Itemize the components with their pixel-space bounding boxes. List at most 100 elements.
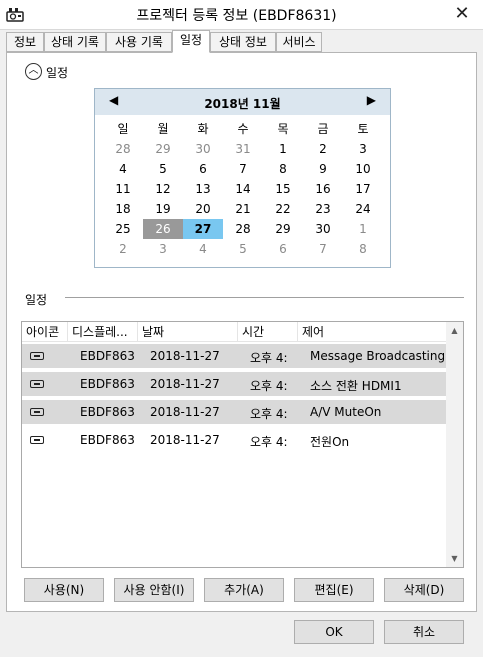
projector-icon [6, 8, 24, 22]
disable-button[interactable]: 사용 안함(I) [114, 578, 194, 602]
calendar-day[interactable]: 2 [303, 139, 343, 159]
row-time: 오후 4: [250, 351, 288, 365]
weekday-wed: 수 [237, 122, 249, 136]
tab-info[interactable]: 정보 [6, 32, 44, 52]
scroll-down-icon[interactable]: ▼ [446, 550, 463, 567]
table-row[interactable]: EBDF863 2018-11-27 오후 4: A/V MuteOn [22, 400, 446, 424]
title-bar: 프로젝터 등록 정보 (EBDF8631) ✕ [0, 0, 483, 30]
calendar-day[interactable]: 2 [103, 239, 143, 259]
calendar-day[interactable]: 21 [223, 199, 263, 219]
row-control: Message Broadcasting [310, 349, 444, 363]
calendar-day[interactable]: 19 [143, 199, 183, 219]
column-date[interactable]: 날짜 [138, 322, 238, 342]
weekday-sat: 토 [357, 122, 369, 136]
calendar-day[interactable]: 7 [303, 239, 343, 259]
calendar-day[interactable]: 30 [303, 219, 343, 239]
row-display: EBDF863 [80, 405, 135, 419]
calendar-day[interactable]: 13 [183, 179, 223, 199]
calendar-day[interactable]: 25 [103, 219, 143, 239]
calendar-day[interactable]: 22 [263, 199, 303, 219]
row-time: 오후 4: [250, 407, 288, 421]
calendar-day[interactable]: 14 [223, 179, 263, 199]
calendar-day[interactable]: 6 [183, 159, 223, 179]
calendar-day[interactable]: 8 [263, 159, 303, 179]
calendar-day[interactable]: 12 [143, 179, 183, 199]
calendar-day[interactable]: 8 [343, 239, 383, 259]
add-button[interactable]: 추가(A) [204, 578, 284, 602]
calendar-day[interactable]: 7 [223, 159, 263, 179]
row-time: 오후 4: [250, 379, 288, 393]
scroll-up-icon[interactable]: ▲ [446, 322, 463, 339]
schedule-list[interactable]: 아이콘 디스플레... 날짜 시간 제어 EBDF863 2018-11-27 … [21, 321, 464, 568]
schedule-section-label: 일정 [46, 66, 69, 80]
tab-status-info[interactable]: 상태 정보 [210, 32, 276, 52]
calendar-day[interactable]: 11 [103, 179, 143, 199]
table-row[interactable]: EBDF863 2018-11-27 오후 4: 소스 전환 HDMI1 [22, 372, 446, 396]
weekday-sun: 일 [117, 122, 129, 136]
cancel-button[interactable]: 취소 [384, 620, 464, 644]
device-icon [30, 408, 44, 416]
schedule-panel: ︿ 일정 ◀ 2018년 11월 ▶ 일 월 화 수 목 금 토 28 29 3… [6, 52, 477, 612]
table-row[interactable]: EBDF863 2018-11-27 오후 4: 전원On [22, 428, 446, 452]
row-display: EBDF863 [80, 349, 135, 363]
tab-usage-log[interactable]: 사용 기록 [106, 32, 172, 52]
calendar-day-selected[interactable]: 26 [143, 219, 183, 239]
list-scrollbar[interactable]: ▲ ▼ [446, 322, 463, 567]
enable-button[interactable]: 사용(N) [24, 578, 104, 602]
list-header: 아이콘 디스플레... 날짜 시간 제어 [22, 322, 463, 342]
calendar-day[interactable]: 1 [263, 139, 303, 159]
calendar-day[interactable]: 29 [263, 219, 303, 239]
calendar-day[interactable]: 24 [343, 199, 383, 219]
calendar-day[interactable]: 4 [103, 159, 143, 179]
calendar-day[interactable]: 3 [343, 139, 383, 159]
delete-button[interactable]: 삭제(D) [384, 578, 464, 602]
calendar-day[interactable]: 30 [183, 139, 223, 159]
column-display[interactable]: 디스플레... [68, 322, 138, 342]
calendar-day[interactable]: 16 [303, 179, 343, 199]
calendar-day[interactable]: 17 [343, 179, 383, 199]
calendar-day-today[interactable]: 27 [183, 219, 223, 239]
calendar-month-label[interactable]: 2018년 11월 [95, 95, 390, 112]
device-icon [30, 352, 44, 360]
close-icon[interactable]: ✕ [449, 3, 475, 27]
edit-button[interactable]: 편집(E) [294, 578, 374, 602]
calendar-day[interactable]: 5 [143, 159, 183, 179]
weekday-tue: 화 [197, 122, 209, 136]
row-date: 2018-11-27 [150, 349, 220, 363]
calendar-day[interactable]: 5 [223, 239, 263, 259]
row-display: EBDF863 [80, 377, 135, 391]
calendar-day[interactable]: 23 [303, 199, 343, 219]
column-icon[interactable]: 아이콘 [22, 322, 68, 342]
tab-schedule[interactable]: 일정 [172, 30, 210, 53]
row-control: A/V MuteOn [310, 405, 382, 419]
next-month-icon[interactable]: ▶ [367, 93, 376, 107]
calendar-day[interactable]: 10 [343, 159, 383, 179]
tab-service[interactable]: 서비스 [276, 32, 322, 52]
collapse-icon[interactable]: ︿ [25, 63, 42, 80]
calendar-day[interactable]: 3 [143, 239, 183, 259]
calendar-day[interactable]: 28 [223, 219, 263, 239]
calendar-day[interactable]: 31 [223, 139, 263, 159]
calendar-day[interactable]: 28 [103, 139, 143, 159]
row-date: 2018-11-27 [150, 433, 220, 447]
device-icon [30, 380, 44, 388]
row-time: 오후 4: [250, 435, 288, 449]
calendar-day[interactable]: 6 [263, 239, 303, 259]
table-row[interactable]: EBDF863 2018-11-27 오후 4: Message Broadca… [22, 344, 446, 368]
calendar-day[interactable]: 9 [303, 159, 343, 179]
calendar-day[interactable]: 18 [103, 199, 143, 219]
column-control[interactable]: 제어 [298, 322, 446, 342]
calendar: ◀ 2018년 11월 ▶ 일 월 화 수 목 금 토 28 29 30 31 … [94, 88, 391, 268]
calendar-day[interactable]: 29 [143, 139, 183, 159]
calendar-day[interactable]: 20 [183, 199, 223, 219]
column-time[interactable]: 시간 [238, 322, 298, 342]
calendar-day[interactable]: 15 [263, 179, 303, 199]
calendar-day[interactable]: 1 [343, 219, 383, 239]
row-control: 소스 전환 HDMI1 [310, 379, 402, 393]
row-date: 2018-11-27 [150, 377, 220, 391]
schedule-group-label: 일정 [25, 293, 48, 307]
row-display: EBDF863 [80, 433, 135, 447]
tab-status-log[interactable]: 상태 기록 [44, 32, 106, 52]
ok-button[interactable]: OK [294, 620, 374, 644]
calendar-day[interactable]: 4 [183, 239, 223, 259]
